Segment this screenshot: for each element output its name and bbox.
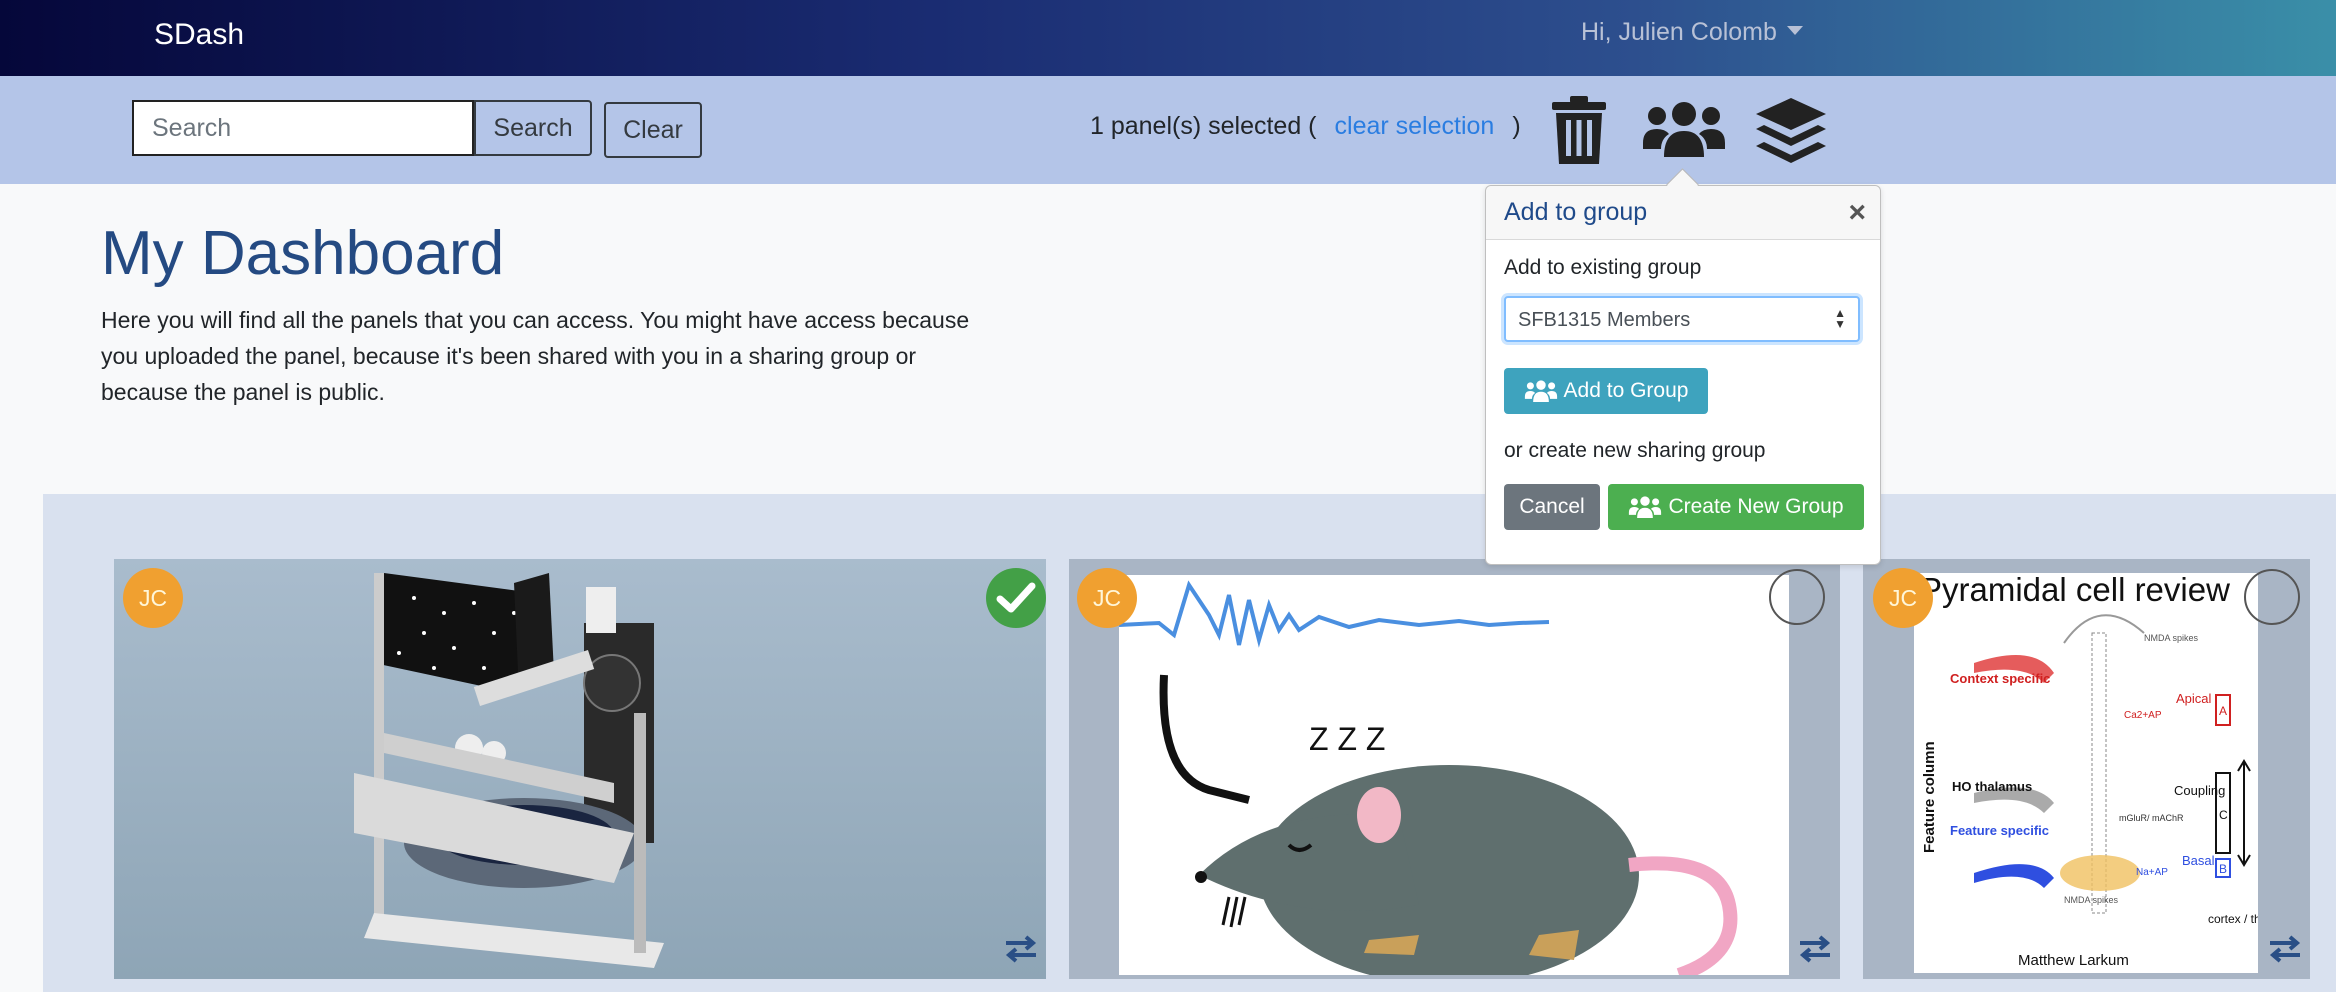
label-ca-ap: Ca2+AP bbox=[2124, 710, 2162, 721]
clear-button[interactable]: Clear bbox=[604, 102, 702, 158]
sleep-text: Z Z Z bbox=[1309, 721, 1385, 757]
panel-card[interactable]: Pyramidal cell review Context specific N… bbox=[1863, 559, 2310, 979]
select-toggle[interactable] bbox=[2244, 569, 2300, 625]
label-mglur: mGluR/ mAChR bbox=[2119, 813, 2184, 823]
selection-count-text: 1 panel(s) selected ( bbox=[1090, 112, 1317, 140]
existing-group-label: Add to existing group bbox=[1504, 256, 1702, 279]
layers-icon[interactable] bbox=[1756, 98, 1826, 164]
users-group-icon bbox=[1524, 380, 1557, 402]
selected-check-icon[interactable] bbox=[986, 568, 1046, 628]
popover-title: Add to group bbox=[1504, 198, 1648, 226]
new-group-label: or create new sharing group bbox=[1504, 439, 1766, 462]
label-na-ap: Na+AP bbox=[2136, 867, 2168, 878]
swap-arrows-icon[interactable] bbox=[1004, 935, 1038, 963]
label-coupling: Coupling bbox=[2174, 783, 2225, 798]
search-button[interactable]: Search bbox=[474, 100, 592, 156]
create-new-group-label: Create New Group bbox=[1668, 495, 1844, 518]
create-new-group-button[interactable]: Create New Group bbox=[1608, 484, 1864, 530]
user-greeting: Hi, Julien Colomb bbox=[1581, 18, 1777, 46]
label-nmda-bottom: NMDA spikes bbox=[2064, 895, 2119, 905]
panel-thumbnail: Z Z Z bbox=[1118, 575, 1789, 979]
panel-card[interactable]: Z Z Z JC bbox=[1069, 559, 1840, 979]
select-toggle[interactable] bbox=[1769, 569, 1825, 625]
owner-avatar: JC bbox=[1873, 568, 1933, 628]
label-feature-specific: Feature specific bbox=[1950, 823, 2049, 838]
search-input[interactable] bbox=[132, 100, 474, 156]
owner-avatar: JC bbox=[123, 568, 183, 628]
user-menu-dropdown[interactable]: Hi, Julien Colomb bbox=[1581, 18, 1803, 47]
panel-thumbnail bbox=[354, 573, 664, 968]
cancel-button[interactable]: Cancel bbox=[1504, 484, 1600, 530]
clear-selection-link[interactable]: clear selection bbox=[1335, 112, 1495, 140]
figure-title: Pyramidal cell review bbox=[1920, 573, 2230, 608]
add-to-group-label: Add to Group bbox=[1563, 379, 1689, 402]
label-b: B bbox=[2219, 862, 2227, 876]
select-arrows-icon: ▲ ▼ bbox=[1834, 306, 1846, 331]
label-ho-thalamus: HO thalamus bbox=[1952, 779, 2032, 794]
trash-icon[interactable] bbox=[1552, 96, 1606, 164]
swap-arrows-icon[interactable] bbox=[2268, 935, 2302, 963]
label-context: Context specific bbox=[1950, 671, 2050, 686]
swap-arrows-icon[interactable] bbox=[1798, 935, 1832, 963]
label-nmda-top: NMDA spikes bbox=[2144, 633, 2199, 643]
selection-info: 1 panel(s) selected ( clear selection) bbox=[1090, 112, 1521, 141]
group-select-value: SFB1315 Members bbox=[1518, 309, 1691, 331]
add-to-group-popover: Add to group × Add to existing group SFB… bbox=[1485, 185, 1881, 565]
close-icon[interactable]: × bbox=[1848, 198, 1866, 228]
caret-down-icon bbox=[1786, 25, 1803, 35]
label-basal: Basal bbox=[2182, 853, 2215, 868]
owner-avatar: JC bbox=[1077, 568, 1137, 628]
add-to-group-button[interactable]: Add to Group bbox=[1504, 368, 1708, 414]
label-a: A bbox=[2219, 704, 2227, 718]
label-cortex: cortex / thalamus bbox=[2208, 912, 2258, 926]
label-apical: Apical bbox=[2176, 691, 2212, 706]
figure-author: Matthew Larkum bbox=[2018, 952, 2129, 969]
label-c: C bbox=[2219, 808, 2228, 822]
panel-thumbnail: Pyramidal cell review Context specific N… bbox=[1914, 571, 2299, 973]
users-group-icon bbox=[1629, 496, 1662, 518]
top-navbar: SDash Hi, Julien Colomb bbox=[0, 0, 2336, 76]
panel-card[interactable]: JC bbox=[114, 559, 1046, 979]
users-group-icon[interactable] bbox=[1643, 101, 1725, 157]
label-feature-column: Feature column bbox=[1921, 741, 1938, 853]
brand-logo[interactable]: SDash bbox=[154, 18, 244, 52]
group-select[interactable]: SFB1315 Members ▲ ▼ bbox=[1504, 296, 1860, 342]
selection-suffix: ) bbox=[1512, 112, 1521, 140]
page-title: My Dashboard bbox=[101, 219, 505, 288]
page-intro: Here you will find all the panels that y… bbox=[101, 307, 970, 405]
